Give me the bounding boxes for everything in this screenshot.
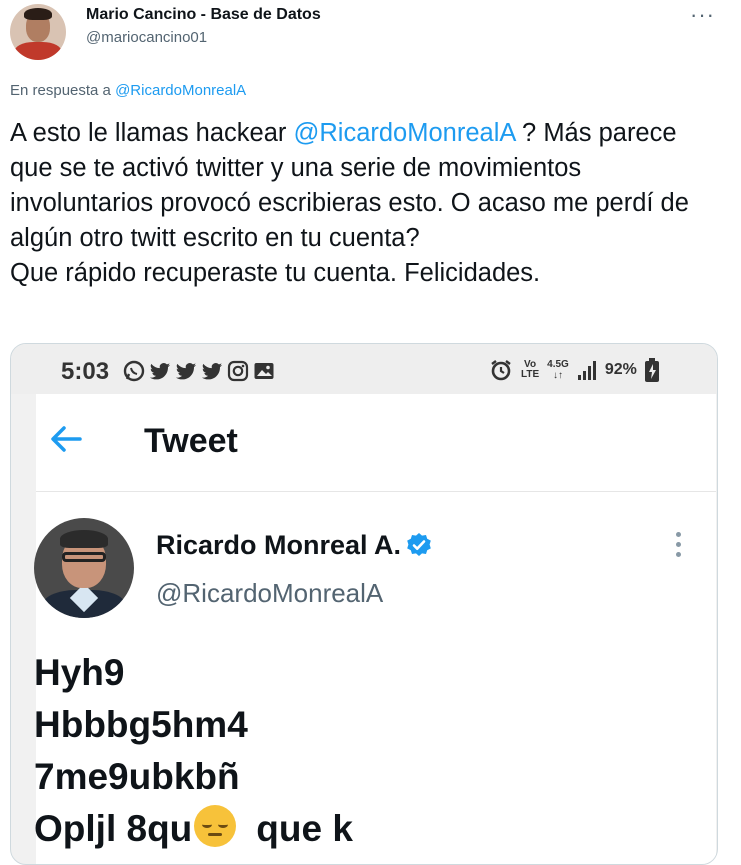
embedded-line: Hbbbg5hm4 — [34, 704, 248, 745]
embedded-line: Hyh9 — [34, 652, 125, 693]
embedded-line: Opljl 8qu — [34, 808, 193, 849]
twitter-notification-icon — [149, 360, 171, 382]
author-name[interactable]: Mario Cancino - Base de Datos — [86, 6, 321, 24]
volte-indicator: Vo LTE — [521, 360, 539, 380]
notification-icons — [123, 358, 275, 384]
embedded-line-with-emoji: Opljl 8qu que k — [34, 803, 353, 855]
status-right-icons: Vo LTE 4.5G ↓↑ 92% — [489, 358, 659, 382]
status-time: 5:03 — [61, 358, 110, 385]
gallery-icon — [253, 360, 275, 382]
volte-bottom: LTE — [521, 369, 540, 380]
whatsapp-icon — [123, 360, 145, 382]
author-avatar[interactable] — [10, 4, 66, 60]
embedded-more-options-icon[interactable] — [674, 532, 682, 562]
tweet-text: A esto le llamas hackear @RicardoMonreal… — [10, 116, 720, 291]
twitter-notification-icon — [175, 360, 197, 382]
alarm-icon — [491, 360, 511, 381]
embedded-line: 7me9ubkbñ — [34, 756, 240, 797]
embedded-author-avatar[interactable] — [34, 518, 134, 618]
tweet-screen-header: Tweet — [36, 394, 716, 492]
more-options-icon[interactable]: ··· — [690, 2, 715, 28]
verified-badge-icon — [407, 533, 431, 556]
reply-prefix: En respuesta a — [10, 82, 116, 99]
embedded-author-name[interactable]: Ricardo Monreal A. — [156, 530, 401, 561]
instagram-icon — [227, 360, 249, 382]
tweet-text-part1: A esto le llamas hackear — [10, 119, 294, 147]
embedded-line: que k — [256, 808, 353, 849]
screen-title: Tweet — [144, 422, 238, 460]
reply-mention-link[interactable]: @RicardoMonrealA — [115, 82, 246, 99]
network-type-label: 4.5G — [547, 359, 569, 370]
battery-charging-icon — [644, 358, 659, 382]
battery-percent: 92% — [604, 361, 637, 378]
twitter-notification-icon — [201, 360, 223, 382]
tweet-mention-link[interactable]: @RicardoMonrealA — [293, 119, 514, 147]
embedded-author-handle[interactable]: @RicardoMonrealA — [156, 578, 383, 609]
phone-status-bar: 5:03 Vo LTE 4.5G ↓↑ 92% — [11, 344, 717, 394]
tweet-media-image[interactable]: 5:03 Vo LTE 4.5G ↓↑ 92% Tweet Ricardo Mo… — [10, 343, 718, 865]
embedded-tweet-screen: Tweet Ricardo Monreal A. @RicardoMonreal… — [34, 394, 716, 864]
back-arrow-icon[interactable] — [46, 419, 86, 459]
network-type-indicator: 4.5G ↓↑ — [547, 359, 569, 381]
reply-context: En respuesta a @RicardoMonrealA — [10, 82, 246, 99]
embedded-tweet-text: Hyh9 Hbbbg5hm4 7me9ubkbñ Opljl 8qu que k — [34, 647, 353, 855]
data-arrows-icon: ↓↑ — [553, 370, 563, 381]
pensive-face-emoji-icon — [194, 805, 237, 847]
signal-bars-icon — [577, 361, 596, 380]
author-handle[interactable]: @mariocancino01 — [86, 29, 207, 46]
